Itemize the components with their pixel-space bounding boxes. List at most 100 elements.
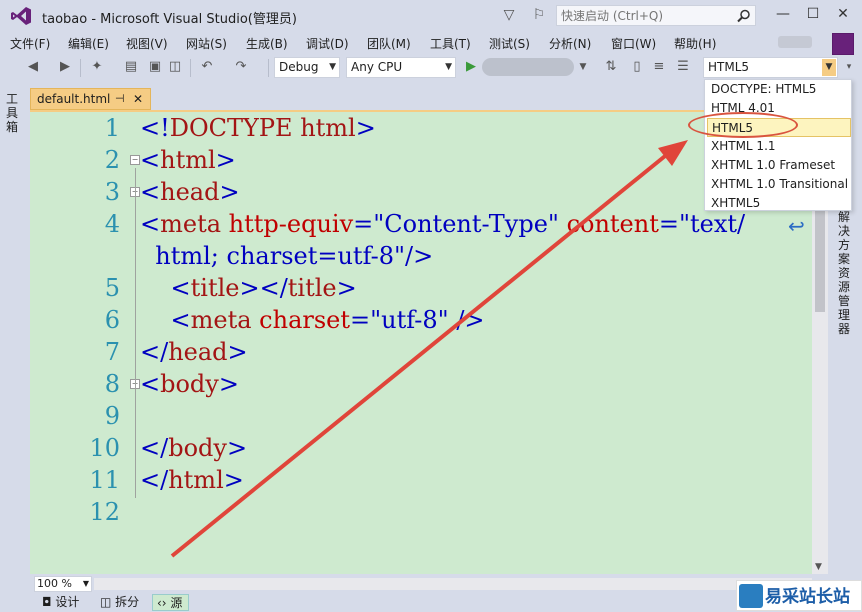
- configuration-select[interactable]: Debug ▼: [274, 57, 340, 78]
- search-icon[interactable]: [736, 8, 752, 24]
- split-view-button[interactable]: ◫ 拆分: [96, 594, 145, 611]
- fold-toggle-icon[interactable]: −: [130, 155, 140, 165]
- chevron-down-icon: ▼: [82, 579, 89, 588]
- code-text: <head>: [140, 176, 240, 208]
- schema-option[interactable]: XHTML 1.0 Frameset: [711, 156, 835, 175]
- start-debugging-icon[interactable]: ▶: [462, 58, 480, 76]
- annotation-highlight-ellipse: [688, 112, 798, 138]
- zoom-select[interactable]: 100 % ▼: [34, 576, 92, 592]
- scroll-down-icon[interactable]: ▼: [815, 562, 822, 572]
- code-token: =: [350, 306, 371, 334]
- window-title: taobao - Microsoft Visual Studio(管理员): [42, 12, 297, 27]
- schema-option[interactable]: XHTML 1.1: [711, 137, 776, 156]
- avatar[interactable]: [832, 33, 854, 55]
- schema-option[interactable]: DOCTYPE: HTML5: [711, 80, 816, 99]
- run-target-redacted[interactable]: [482, 58, 574, 76]
- code-token: >: [355, 114, 376, 142]
- quick-launch-input[interactable]: [557, 6, 733, 25]
- code-text: <html>: [140, 144, 236, 176]
- back-icon[interactable]: ◀: [24, 58, 42, 76]
- toolbar: ◀ ▶ ✦ ▤ ▣ ◫ ↶ ↷ Debug ▼ Any CPU ▼ ▶ ▼ ⇅ …: [0, 55, 862, 81]
- menu-tools[interactable]: 工具(T): [430, 35, 471, 52]
- menu-test[interactable]: 测试(S): [489, 35, 530, 52]
- line-number: 5: [104, 274, 120, 302]
- code-token: "utf-8": [370, 306, 457, 334]
- code-token: <: [140, 274, 191, 302]
- menu-analyze[interactable]: 分析(N): [549, 35, 591, 52]
- code-text: <!DOCTYPE html>: [140, 112, 376, 144]
- menu-website[interactable]: 网站(S): [186, 35, 227, 52]
- menu-build[interactable]: 生成(B): [246, 35, 288, 52]
- chevron-down-icon[interactable]: ▼: [822, 59, 836, 76]
- comment-icon[interactable]: ☰: [674, 58, 692, 76]
- redo-icon[interactable]: ↷: [232, 58, 250, 76]
- schema-select[interactable]: HTML5 ▼: [703, 57, 838, 78]
- minimize-button[interactable]: —: [768, 2, 798, 26]
- pin-icon[interactable]: ⊣: [115, 89, 125, 109]
- toolbox-tab[interactable]: 工具箱: [6, 92, 20, 134]
- code-text: </head>: [140, 336, 248, 368]
- horizontal-scrollbar[interactable]: [94, 578, 812, 590]
- platform-select[interactable]: Any CPU ▼: [346, 57, 456, 78]
- open-file-icon[interactable]: ▤: [122, 58, 140, 76]
- code-token: title: [190, 274, 240, 302]
- code-token: <: [140, 370, 161, 398]
- close-tab-icon[interactable]: ✕: [133, 89, 143, 109]
- menu-bar: 文件(F) 编辑(E) 视图(V) 网站(S) 生成(B) 调试(D) 团队(M…: [0, 32, 862, 54]
- menu-window[interactable]: 窗口(W): [611, 35, 656, 52]
- maximize-button[interactable]: ☐: [798, 2, 828, 26]
- code-text: html; charset=utf-8"/>: [140, 240, 433, 272]
- design-view-label: 设计: [55, 595, 80, 609]
- menu-view[interactable]: 视图(V): [126, 35, 168, 52]
- code-text: <body>: [140, 368, 239, 400]
- tab-default-html[interactable]: default.html ⊣ ✕: [30, 88, 151, 110]
- schema-option[interactable]: XHTML5: [711, 194, 760, 213]
- visual-studio-logo-icon: [11, 7, 31, 25]
- quick-launch-box[interactable]: [556, 5, 756, 26]
- menu-help[interactable]: 帮助(H): [674, 35, 716, 52]
- chevron-down-icon: ▼: [329, 62, 336, 72]
- line-number: 12: [89, 498, 120, 526]
- save-icon[interactable]: ▣: [146, 58, 164, 76]
- menu-file[interactable]: 文件(F): [10, 35, 50, 52]
- feedback-funnel-icon[interactable]: ▽: [500, 6, 518, 24]
- browser-link-icon[interactable]: ⇅: [602, 58, 620, 76]
- save-all-icon[interactable]: ◫: [166, 58, 184, 76]
- code-token: meta: [190, 306, 260, 334]
- code-text: </body>: [140, 432, 247, 464]
- schema-value: HTML5: [708, 60, 750, 74]
- code-token: >: [215, 146, 236, 174]
- code-token: <: [140, 210, 161, 238]
- undo-icon[interactable]: ↶: [198, 58, 216, 76]
- code-token: <!: [140, 114, 170, 142]
- notifications-icon[interactable]: ⚐: [530, 6, 548, 24]
- tab-filename: default.html: [37, 92, 111, 106]
- solution-explorer-tab[interactable]: 解决方案资源管理器: [838, 210, 852, 336]
- code-token: ></: [239, 274, 288, 302]
- user-name-redacted[interactable]: [778, 36, 812, 48]
- source-view-button[interactable]: ‹› 源: [152, 594, 190, 611]
- line-number: 3: [104, 178, 120, 206]
- menu-debug[interactable]: 调试(D): [306, 35, 349, 52]
- line-number: 7: [104, 338, 120, 366]
- new-project-icon[interactable]: ✦: [88, 58, 106, 76]
- code-token: content: [566, 210, 659, 238]
- zoom-value: 100 %: [37, 577, 72, 590]
- design-view-button[interactable]: ◘ 设计: [38, 594, 85, 611]
- code-token: </: [140, 434, 169, 462]
- code-token: </: [140, 466, 169, 494]
- configuration-value: Debug: [279, 60, 319, 74]
- schema-option[interactable]: XHTML 1.0 Transitional: [711, 175, 848, 194]
- line-number: 6: [104, 306, 120, 334]
- document-icon[interactable]: ▯: [628, 58, 646, 76]
- format-icon[interactable]: ≡: [650, 58, 668, 76]
- code-token: =: [658, 210, 679, 238]
- forward-icon[interactable]: ▶: [56, 58, 74, 76]
- close-window-button[interactable]: ✕: [828, 2, 858, 26]
- menu-team[interactable]: 团队(M): [367, 35, 411, 52]
- toolbar-separator: [80, 59, 81, 77]
- word-wrap-icon: ↩: [788, 214, 805, 238]
- chevron-down-icon[interactable]: ▼: [574, 58, 592, 76]
- toolbar-overflow-icon[interactable]: ▾: [840, 58, 858, 76]
- menu-edit[interactable]: 编辑(E): [68, 35, 109, 52]
